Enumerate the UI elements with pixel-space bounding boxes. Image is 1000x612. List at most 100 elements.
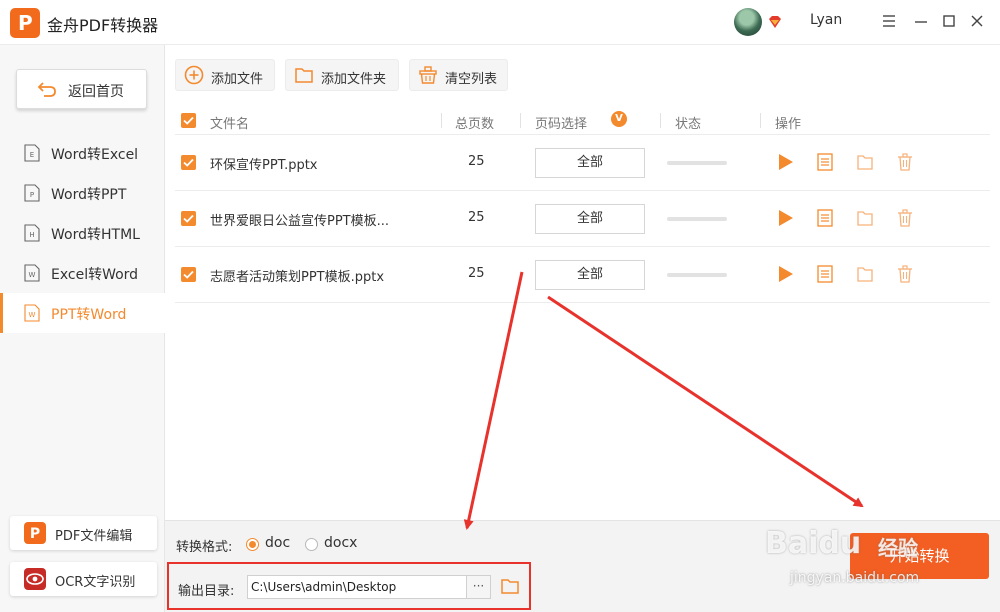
play-icon[interactable] xyxy=(775,264,795,284)
format-doc-label[interactable]: doc xyxy=(265,535,290,551)
trash-icon[interactable] xyxy=(895,264,915,284)
header-divider xyxy=(441,113,442,128)
sidebar-item-excel-to-word[interactable]: W Excel转Word xyxy=(0,253,165,293)
row-checkbox[interactable] xyxy=(181,211,196,226)
svg-text:W: W xyxy=(29,311,36,319)
document-icon[interactable] xyxy=(815,208,835,228)
document-icon[interactable] xyxy=(815,152,835,172)
sidebar-item-word-to-html[interactable]: H Word转HTML xyxy=(0,213,165,253)
back-home-button[interactable]: 返回首页 xyxy=(16,69,147,109)
sidebar: 返回首页 E Word转Excel P Word转PPT H Word转HTML… xyxy=(0,45,165,612)
back-home-label: 返回首页 xyxy=(68,84,124,100)
table-header: 文件名 总页数 页码选择 V 状态 操作 xyxy=(175,107,990,135)
svg-text:W: W xyxy=(29,271,36,279)
add-folder-label: 添加文件夹 xyxy=(321,72,387,87)
watermark-logo: Baidu xyxy=(765,526,862,561)
folder-icon[interactable] xyxy=(855,152,875,172)
word-doc-icon: W xyxy=(24,304,40,322)
sidebar-item-label: Word转Excel xyxy=(51,147,139,163)
title-bar: P 金舟PDF转换器 Lyan xyxy=(0,0,1000,45)
status-progress-bar xyxy=(667,273,727,277)
output-directory-highlight: 输出目录: C:\Users\admin\Desktop ··· xyxy=(167,562,531,610)
table-row[interactable]: 环保宣传PPT.pptx 25 全部 xyxy=(175,135,990,191)
excel-doc-icon: E xyxy=(24,144,40,162)
sidebar-item-label: Word转HTML xyxy=(51,227,140,243)
page-range-select[interactable]: 全部 xyxy=(535,204,645,234)
folder-icon[interactable] xyxy=(855,208,875,228)
header-divider xyxy=(520,113,521,128)
main-panel: 添加文件 添加文件夹 清空列表 文件名 总页数 页码选择 V 状态 操作 环保宣… xyxy=(165,45,1000,520)
row-checkbox[interactable] xyxy=(181,267,196,282)
add-folder-button[interactable]: 添加文件夹 xyxy=(285,59,399,91)
close-icon[interactable] xyxy=(968,12,986,30)
ocr-button[interactable]: OCR文字识别 xyxy=(10,562,157,596)
check-icon xyxy=(183,158,194,167)
app-title: 金舟PDF转换器 xyxy=(47,16,159,35)
maximize-icon[interactable] xyxy=(940,12,958,30)
page-select-dropdown-icon[interactable]: V xyxy=(611,111,627,127)
header-operations: 操作 xyxy=(775,117,802,132)
pdf-edit-label: PDF文件编辑 xyxy=(55,529,133,544)
add-file-button[interactable]: 添加文件 xyxy=(175,59,275,91)
sidebar-item-label: Excel转Word xyxy=(51,267,139,283)
folder-icon[interactable] xyxy=(855,264,875,284)
pdf-edit-icon: P xyxy=(24,522,46,544)
header-status: 状态 xyxy=(675,117,702,132)
menu-icon[interactable] xyxy=(880,12,898,30)
html-doc-icon: H xyxy=(24,224,40,242)
browse-button[interactable]: ··· xyxy=(467,575,491,599)
sidebar-item-label: Word转PPT xyxy=(51,187,127,203)
format-doc-radio[interactable] xyxy=(246,538,259,551)
format-docx-label[interactable]: docx xyxy=(324,535,357,551)
file-name: 志愿者活动策划PPT模板.pptx xyxy=(210,270,385,285)
table-row[interactable]: 志愿者活动策划PPT模板.pptx 25 全部 xyxy=(175,247,990,303)
play-icon[interactable] xyxy=(775,152,795,172)
page-count: 25 xyxy=(468,266,485,281)
document-icon[interactable] xyxy=(815,264,835,284)
vip-badge-icon[interactable] xyxy=(767,14,783,30)
format-docx-radio[interactable] xyxy=(305,538,318,551)
watermark-text: 经验 xyxy=(878,536,918,560)
output-label: 输出目录: xyxy=(178,584,235,599)
format-label: 转换格式: xyxy=(176,540,233,555)
username[interactable]: Lyan xyxy=(810,12,842,28)
check-icon xyxy=(183,270,194,279)
header-divider xyxy=(760,113,761,128)
file-name: 环保宣传PPT.pptx xyxy=(210,158,318,173)
page-range-select[interactable]: 全部 xyxy=(535,260,645,290)
row-checkbox[interactable] xyxy=(181,155,196,170)
check-icon xyxy=(183,214,194,223)
check-icon xyxy=(183,116,194,125)
clear-list-label: 清空列表 xyxy=(445,72,498,87)
page-range-select[interactable]: 全部 xyxy=(535,148,645,178)
svg-text:H: H xyxy=(29,231,34,239)
pdf-edit-button[interactable]: P PDF文件编辑 xyxy=(10,516,157,550)
output-path-input[interactable]: C:\Users\admin\Desktop xyxy=(247,575,467,599)
app-logo-icon: P xyxy=(10,8,40,38)
trash-icon[interactable] xyxy=(895,208,915,228)
open-folder-icon[interactable] xyxy=(500,576,520,596)
trash-icon[interactable] xyxy=(895,152,915,172)
file-name: 世界爱眼日公益宣传PPT模板... xyxy=(210,214,390,229)
basket-icon xyxy=(419,66,437,84)
header-file-name: 文件名 xyxy=(210,117,250,132)
watermark-url: jingyan.baidu.com xyxy=(790,570,920,586)
header-page-select: 页码选择 xyxy=(535,117,588,132)
header-total-pages: 总页数 xyxy=(455,117,495,132)
bottom-bar: 转换格式: doc docx 输出目录: C:\Users\admin\Desk… xyxy=(165,520,1000,612)
minimize-icon[interactable] xyxy=(912,12,930,30)
select-all-checkbox[interactable] xyxy=(181,113,196,128)
play-icon[interactable] xyxy=(775,208,795,228)
svg-text:P: P xyxy=(30,191,34,199)
sidebar-item-word-to-excel[interactable]: E Word转Excel xyxy=(0,133,165,173)
sidebar-item-word-to-ppt[interactable]: P Word转PPT xyxy=(0,173,165,213)
avatar[interactable] xyxy=(734,8,762,36)
eye-icon xyxy=(24,568,46,590)
plus-circle-icon xyxy=(184,65,204,85)
sidebar-item-ppt-to-word[interactable]: W PPT转Word xyxy=(0,293,165,333)
table-row[interactable]: 世界爱眼日公益宣传PPT模板... 25 全部 xyxy=(175,191,990,247)
ppt-doc-icon: P xyxy=(24,184,40,202)
folder-icon xyxy=(295,68,313,83)
add-file-label: 添加文件 xyxy=(211,72,264,87)
clear-list-button[interactable]: 清空列表 xyxy=(409,59,508,91)
